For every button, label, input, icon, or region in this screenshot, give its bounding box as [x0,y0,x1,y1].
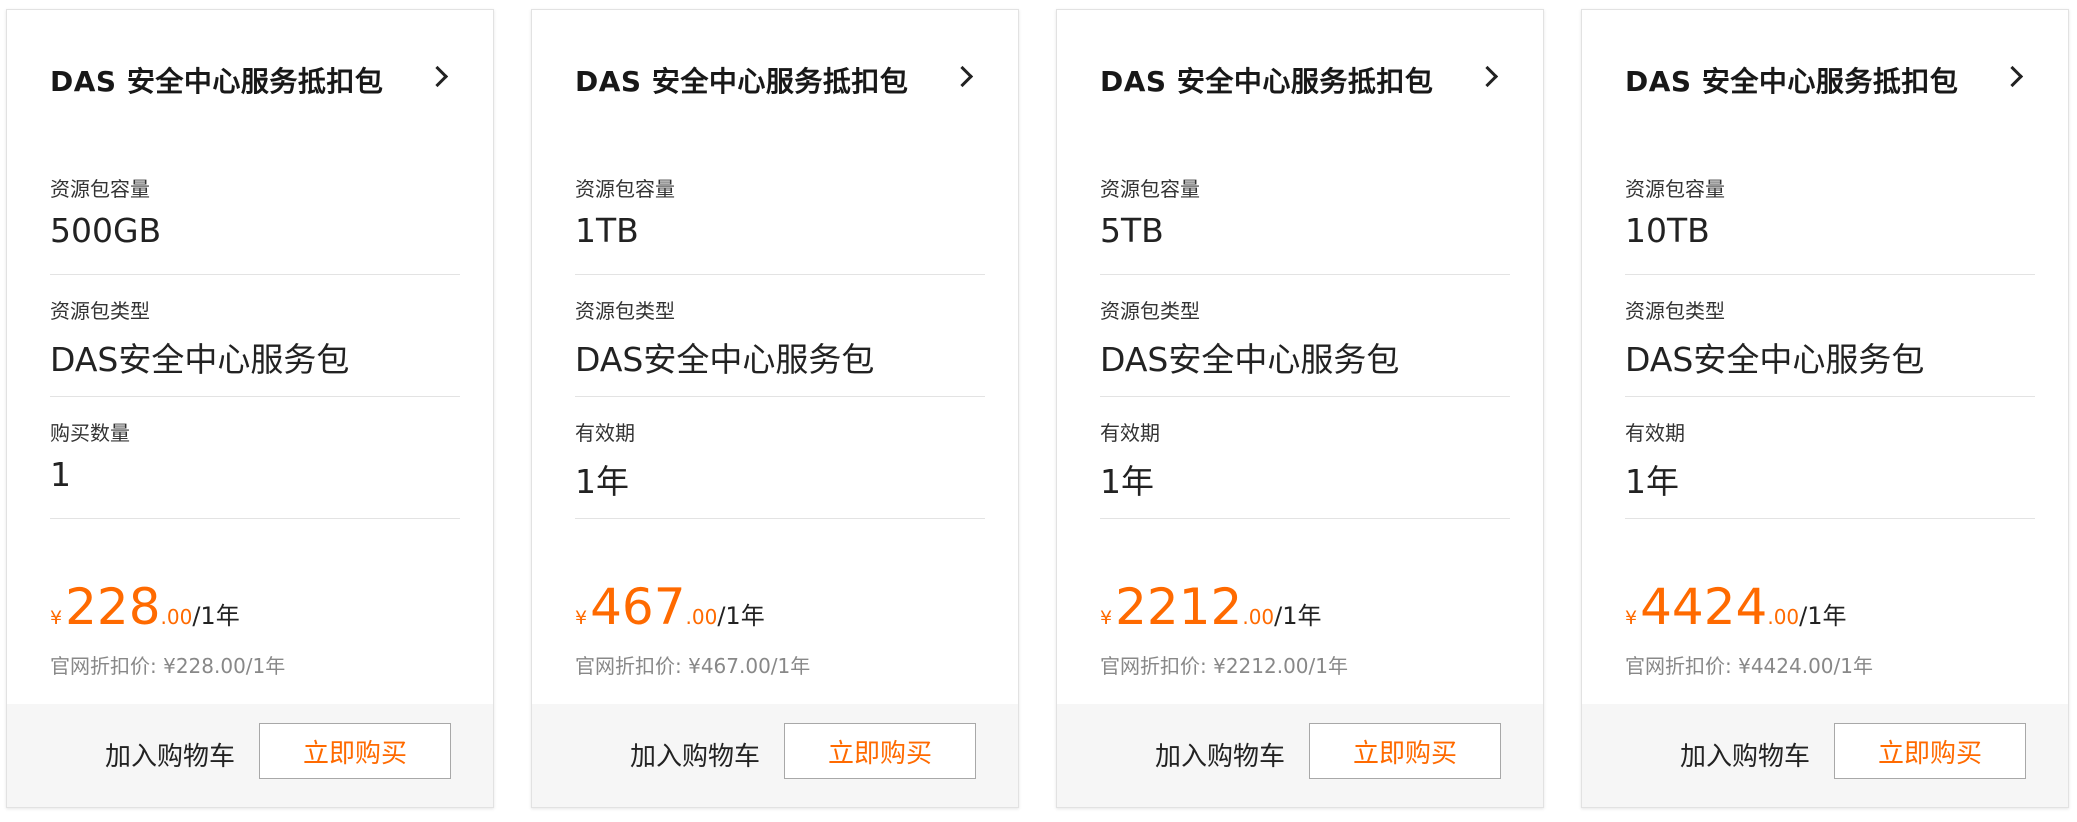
product-card: DAS 安全中心服务抵扣包 资源包容量 1TB 资源包类型 DAS安全中心服务包… [531,9,1019,808]
price: ¥4424.00/1年 [1625,582,1847,632]
original-price: 官网折扣价: ¥4424.00/1年 [1625,654,1873,678]
card-body: DAS 安全中心服务抵扣包 资源包容量 500GB 资源包类型 DAS安全中心服… [7,10,493,705]
spec-label: 资源包类型 [575,299,675,323]
spec-value: 5TB [1100,211,1164,250]
spec-value: 1 [50,455,71,494]
product-card-list: DAS 安全中心服务抵扣包 资源包容量 500GB 资源包类型 DAS安全中心服… [0,0,2077,822]
price-unit: /1年 [1799,602,1847,630]
price: ¥228.00/1年 [50,582,240,632]
spec-value: 10TB [1625,211,1710,250]
spec-value: DAS安全中心服务包 [50,340,350,379]
chevron-right-icon[interactable] [426,65,449,88]
price-amount: 2212 [1115,578,1243,636]
chevron-right-icon[interactable] [2001,65,2024,88]
price-currency: ¥ [1625,607,1638,629]
chevron-right-icon[interactable] [1476,65,1499,88]
buy-now-button[interactable]: 立即购买 [1309,723,1501,779]
card-body: DAS 安全中心服务抵扣包 资源包容量 5TB 资源包类型 DAS安全中心服务包… [1057,10,1543,705]
spec-row: 购买数量 1 [50,397,460,519]
price-amount: 467 [590,578,686,636]
spec-value: 1年 [1100,462,1154,501]
card-footer: 加入购物车 立即购买 [1057,704,1543,807]
price-currency: ¥ [50,607,63,629]
spec-row: 有效期 1年 [575,397,985,519]
price-currency: ¥ [575,607,588,629]
price-unit: /1年 [717,602,765,630]
card-footer: 加入购物车 立即购买 [7,704,493,807]
price-cents: .00 [1242,605,1275,629]
price-unit: /1年 [192,602,240,630]
price-amount: 4424 [1640,578,1768,636]
product-card: DAS 安全中心服务抵扣包 资源包容量 5TB 资源包类型 DAS安全中心服务包… [1056,9,1544,808]
spec-label: 资源包容量 [1625,177,1725,201]
buy-now-button[interactable]: 立即购买 [784,723,976,779]
spec-label: 资源包类型 [50,299,150,323]
spec-row: 资源包类型 DAS安全中心服务包 [50,275,460,397]
spec-value: 1年 [1625,462,1679,501]
spec-label: 资源包容量 [1100,177,1200,201]
spec-list: 资源包容量 5TB 资源包类型 DAS安全中心服务包 有效期 1年 [1100,153,1510,519]
add-to-cart-button[interactable]: 加入购物车 [1680,736,1810,773]
spec-label: 有效期 [1625,421,1685,445]
spec-value: 500GB [50,211,162,250]
original-price: 官网折扣价: ¥2212.00/1年 [1100,654,1348,678]
spec-label: 资源包容量 [50,177,150,201]
spec-row: 有效期 1年 [1100,397,1510,519]
spec-value: 1年 [575,462,629,501]
spec-label: 有效期 [575,421,635,445]
card-footer: 加入购物车 立即购买 [532,704,1018,807]
spec-label: 资源包类型 [1625,299,1725,323]
spec-value: DAS安全中心服务包 [1100,340,1400,379]
card-title[interactable]: DAS 安全中心服务抵扣包 [1100,60,1433,100]
card-body: DAS 安全中心服务抵扣包 资源包容量 1TB 资源包类型 DAS安全中心服务包… [532,10,1018,705]
original-price: 官网折扣价: ¥467.00/1年 [575,654,811,678]
card-body: DAS 安全中心服务抵扣包 资源包容量 10TB 资源包类型 DAS安全中心服务… [1582,10,2068,705]
chevron-right-icon[interactable] [951,65,974,88]
price-cents: .00 [1767,605,1800,629]
buy-now-button[interactable]: 立即购买 [1834,723,2026,779]
price: ¥467.00/1年 [575,582,765,632]
spec-label: 资源包容量 [575,177,675,201]
product-card: DAS 安全中心服务抵扣包 资源包容量 10TB 资源包类型 DAS安全中心服务… [1581,9,2069,808]
spec-value: 1TB [575,211,639,250]
spec-value: DAS安全中心服务包 [575,340,875,379]
spec-list: 资源包容量 500GB 资源包类型 DAS安全中心服务包 购买数量 1 [50,153,460,519]
original-price: 官网折扣价: ¥228.00/1年 [50,654,286,678]
card-footer: 加入购物车 立即购买 [1582,704,2068,807]
spec-label: 资源包类型 [1100,299,1200,323]
spec-list: 资源包容量 10TB 资源包类型 DAS安全中心服务包 有效期 1年 [1625,153,2035,519]
price-amount: 228 [65,578,161,636]
spec-row: 有效期 1年 [1625,397,2035,519]
price: ¥2212.00/1年 [1100,582,1322,632]
spec-value: DAS安全中心服务包 [1625,340,1925,379]
spec-row: 资源包类型 DAS安全中心服务包 [575,275,985,397]
price-currency: ¥ [1100,607,1113,629]
add-to-cart-button[interactable]: 加入购物车 [105,736,235,773]
spec-row: 资源包容量 5TB [1100,153,1510,275]
spec-list: 资源包容量 1TB 资源包类型 DAS安全中心服务包 有效期 1年 [575,153,985,519]
spec-row: 资源包容量 10TB [1625,153,2035,275]
card-title[interactable]: DAS 安全中心服务抵扣包 [1625,60,1958,100]
spec-row: 资源包容量 500GB [50,153,460,275]
spec-label: 购买数量 [50,421,130,445]
spec-label: 有效期 [1100,421,1160,445]
price-cents: .00 [160,605,193,629]
add-to-cart-button[interactable]: 加入购物车 [630,736,760,773]
spec-row: 资源包类型 DAS安全中心服务包 [1625,275,2035,397]
product-card: DAS 安全中心服务抵扣包 资源包容量 500GB 资源包类型 DAS安全中心服… [6,9,494,808]
price-unit: /1年 [1274,602,1322,630]
spec-row: 资源包类型 DAS安全中心服务包 [1100,275,1510,397]
add-to-cart-button[interactable]: 加入购物车 [1155,736,1285,773]
price-cents: .00 [685,605,718,629]
card-title[interactable]: DAS 安全中心服务抵扣包 [50,60,383,100]
spec-row: 资源包容量 1TB [575,153,985,275]
buy-now-button[interactable]: 立即购买 [259,723,451,779]
card-title[interactable]: DAS 安全中心服务抵扣包 [575,60,908,100]
